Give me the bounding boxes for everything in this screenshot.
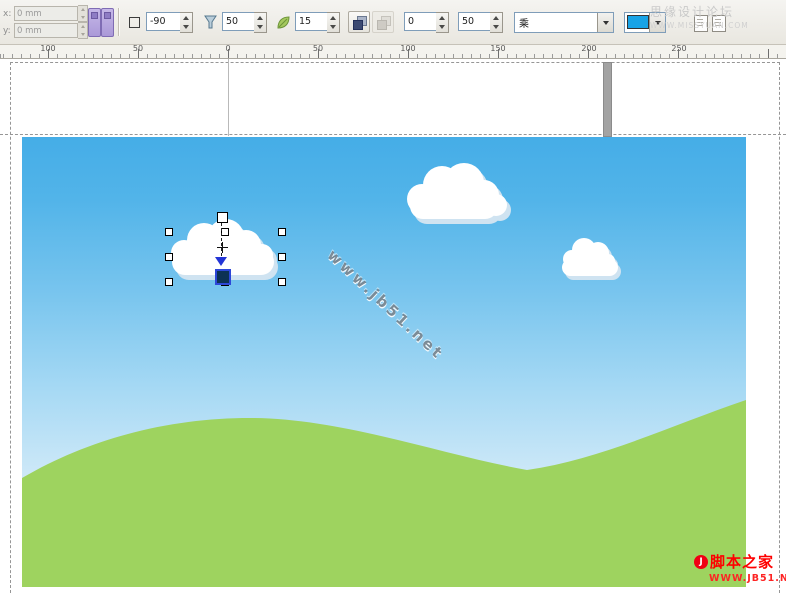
shadow-arrow-icon[interactable] [215, 257, 227, 266]
spin-down-icon[interactable] [493, 25, 499, 29]
ruler-label: 50 [133, 44, 143, 53]
ruler-label: 200 [581, 44, 596, 53]
spin-down-icon[interactable] [257, 25, 263, 29]
spin-down-icon [81, 33, 85, 36]
selection-handle-mid-right[interactable] [278, 253, 286, 261]
chevron-down-icon[interactable] [649, 13, 665, 32]
property-bar: x: y: 乘 [0, 0, 786, 45]
shadow-angle-field[interactable] [146, 12, 182, 31]
shadow-center-cross-icon [222, 242, 223, 253]
selection-handle-bottom-right[interactable] [278, 278, 286, 286]
funnel-icon [204, 15, 217, 29]
x-offset-field [14, 6, 78, 21]
spin-down-icon[interactable] [439, 25, 445, 29]
spin-up-icon [81, 25, 85, 28]
drawing-page[interactable] [22, 137, 746, 587]
chevron-down-icon[interactable] [597, 13, 613, 32]
shadow-feather-icon [272, 11, 294, 33]
shadow-stretch-spinner[interactable] [490, 12, 503, 33]
ruler-label: 0 [225, 44, 230, 53]
merge-mode-dropdown[interactable]: 乘 [514, 12, 614, 33]
selection-handle-top-left[interactable] [165, 228, 173, 236]
x-offset-spinner [78, 5, 88, 22]
selection-handle-mid-left[interactable] [165, 253, 173, 261]
ruler-label: 150 [490, 44, 505, 53]
square-icon [129, 17, 140, 28]
hills-shape[interactable] [22, 400, 746, 587]
cloud-small[interactable] [562, 238, 621, 280]
shadow-offset-group: x: y: [3, 6, 88, 40]
y-offset-field [14, 23, 78, 38]
spin-up-icon[interactable] [330, 16, 336, 20]
shadow-feather-field[interactable] [295, 12, 329, 31]
shadow-angle-spinner[interactable] [180, 12, 193, 33]
clear-shadow-button[interactable] [712, 15, 726, 32]
feather-direction-button[interactable] [348, 11, 370, 33]
spin-down-icon[interactable] [330, 25, 336, 29]
guideline-zero[interactable] [228, 58, 229, 136]
spin-up-icon[interactable] [257, 16, 263, 20]
shadow-color-swatch [627, 15, 649, 29]
shadow-fade-spinner[interactable] [436, 12, 449, 33]
page-artwork [22, 137, 746, 587]
shadow-feather-spinner[interactable] [327, 12, 340, 33]
y-label: y: [3, 26, 14, 36]
shadow-opacity-field[interactable] [222, 12, 256, 31]
preset-delete-button[interactable] [101, 8, 114, 37]
feather-edge-button [372, 11, 394, 33]
ruler-label: 100 [40, 44, 55, 53]
spin-up-icon[interactable] [493, 16, 499, 20]
spin-down-icon [81, 16, 85, 19]
horizontal-ruler[interactable]: 100 50 0 50 100 150 200 250 [0, 44, 786, 59]
shadow-end-handle[interactable] [215, 269, 231, 285]
spin-up-icon[interactable] [183, 16, 189, 20]
shadow-fade-field[interactable] [404, 12, 438, 31]
cloud-middle[interactable] [407, 163, 511, 224]
x-label: x: [3, 9, 14, 19]
shadow-stretch-field[interactable] [458, 12, 492, 31]
page-top-dashed-line [0, 134, 786, 135]
shadow-angle-icon [123, 11, 145, 33]
leaf-icon [276, 15, 291, 30]
canvas-area[interactable]: www.jb51.net J 脚本之家 WWW.JB51.NET [0, 58, 786, 587]
selection-handle-bottom-left[interactable] [165, 278, 173, 286]
guideline-bar[interactable] [603, 62, 612, 137]
y-offset-spinner [78, 22, 88, 39]
ruler-label: 100 [400, 44, 415, 53]
toolbar-separator [118, 8, 119, 36]
ruler-label: 50 [313, 44, 323, 53]
spin-up-icon[interactable] [439, 16, 445, 20]
selection-handle-top-right[interactable] [278, 228, 286, 236]
ruler-label: 250 [671, 44, 686, 53]
shadow-color-dropdown[interactable] [624, 12, 666, 33]
spin-down-icon[interactable] [183, 25, 189, 29]
merge-mode-value: 乘 [515, 13, 597, 32]
shadow-start-handle[interactable] [217, 212, 228, 223]
spin-up-icon [81, 8, 85, 11]
copy-shadow-properties-button[interactable] [694, 15, 708, 32]
shadow-opacity-icon [199, 11, 221, 33]
feather-edge-icon [377, 16, 390, 29]
feather-direction-icon [353, 16, 366, 29]
preset-add-button[interactable] [88, 8, 101, 37]
shadow-opacity-spinner[interactable] [254, 12, 267, 33]
selection-handle-top-mid[interactable] [221, 228, 229, 236]
